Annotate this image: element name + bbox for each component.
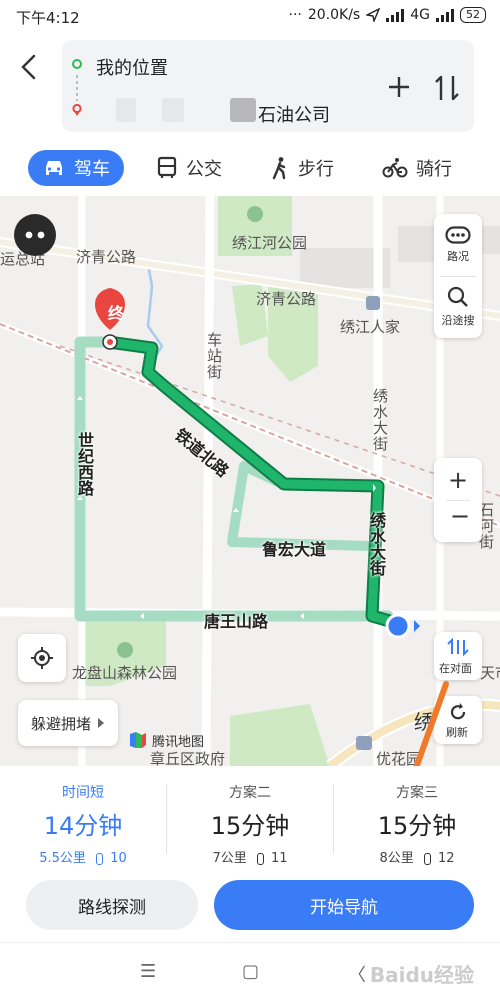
route-plans-sheet: 时间短 14分钟 5.5公里 10 方案二 15分钟 7公里 11 方案三 15…	[0, 766, 500, 1000]
watermark: Baidu经验	[369, 963, 474, 987]
plan-lights: 11	[271, 851, 288, 866]
route-probe-button[interactable]: 路线探测	[26, 880, 198, 930]
plan-label: 方案三	[396, 785, 438, 801]
back-nav-icon[interactable]: 〈	[348, 961, 366, 987]
plan-meta: 7公里 11	[167, 847, 333, 866]
plan-duration: 15分钟	[210, 812, 290, 840]
plan-distance: 7公里	[212, 851, 247, 866]
traffic-light-icon	[423, 852, 431, 865]
plan-duration: 15分钟	[377, 812, 457, 840]
start-navigation-button[interactable]: 开始导航	[214, 880, 474, 930]
plan-distance: 8公里	[379, 851, 414, 866]
plan-meta: 8公里 12	[334, 847, 500, 866]
plan-label: 时间短	[62, 785, 104, 801]
traffic-light-icon	[256, 852, 264, 865]
plan-meta: 5.5公里 10	[0, 847, 166, 866]
plan-duration: 14分钟	[43, 812, 123, 840]
plan-label: 方案二	[229, 785, 271, 801]
traffic-light-icon	[96, 852, 104, 865]
plan-distance: 5.5公里	[39, 851, 86, 866]
plan-option-3[interactable]: 方案三 15分钟 8公里 12	[334, 778, 500, 866]
plan-lights: 12	[438, 851, 455, 866]
system-nav-bar: ☰ ▢ 〈 Baidu经验	[0, 942, 500, 1000]
menu-nav-icon[interactable]: ☰	[140, 961, 156, 982]
plan-option-1[interactable]: 时间短 14分钟 5.5公里 10	[0, 778, 166, 866]
plan-option-2[interactable]: 方案二 15分钟 7公里 11	[167, 778, 333, 866]
home-nav-icon[interactable]: ▢	[242, 961, 259, 982]
plan-lights: 10	[110, 851, 127, 866]
